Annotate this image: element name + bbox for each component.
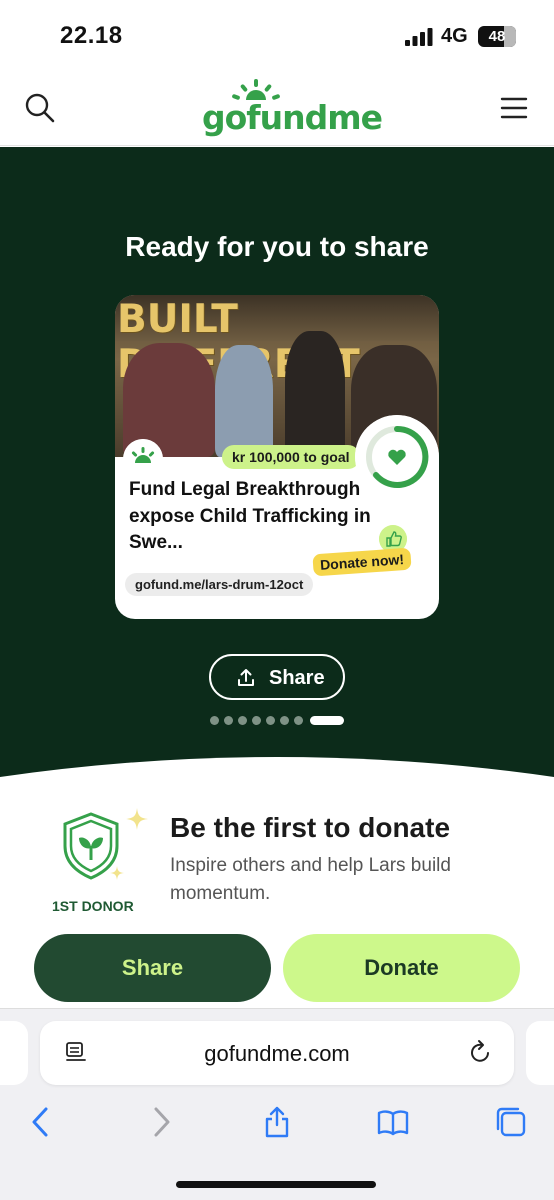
cellular-signal-icon: [405, 28, 433, 46]
hamburger-menu-icon[interactable]: [500, 94, 528, 122]
goal-amount-badge: kr 100,000 to goal: [222, 445, 360, 469]
gofundme-logo[interactable]: gofundme: [198, 78, 383, 140]
status-time: 22.18: [60, 22, 123, 49]
carousel-dot[interactable]: [224, 716, 233, 725]
sparkle-icon: [126, 808, 148, 830]
logo-wordmark: gofundme: [202, 98, 383, 137]
address-url: gofundme.com: [204, 1041, 350, 1066]
carousel-dot[interactable]: [238, 716, 247, 725]
cover-banner: BUILT DIFFERENT: [115, 295, 439, 387]
battery-icon: 48: [478, 26, 516, 47]
share-card-button[interactable]: Share: [209, 654, 345, 700]
tabs-icon[interactable]: [494, 1105, 528, 1139]
cover-person-2: [215, 345, 273, 457]
donate-button[interactable]: Donate: [283, 934, 520, 1002]
carousel-dot[interactable]: [252, 716, 261, 725]
cover-person-3: [285, 331, 345, 457]
hero-title: Ready for you to share: [125, 231, 429, 262]
previous-tab-preview[interactable]: [0, 1021, 28, 1085]
carousel-dot[interactable]: [280, 716, 289, 725]
fundraiser-short-url: gofund.me/lars-drum-12oct: [125, 573, 314, 596]
bookmarks-icon[interactable]: [376, 1105, 410, 1139]
battery-level: 48: [488, 28, 506, 45]
reload-icon[interactable]: [468, 1039, 494, 1067]
first-donor-prompt: 1ST DONOR Be the first to donate Inspire…: [0, 790, 554, 930]
network-type: 4G: [441, 25, 468, 47]
carousel-dot[interactable]: [266, 716, 275, 725]
home-indicator: [176, 1181, 376, 1188]
first-donor-badge-label: 1ST DONOR: [52, 898, 134, 914]
share-sheet-icon[interactable]: [260, 1105, 294, 1139]
back-icon[interactable]: [24, 1105, 58, 1139]
forward-icon[interactable]: [144, 1105, 178, 1139]
site-header: gofundme: [0, 72, 554, 146]
carousel-dot[interactable]: [294, 716, 303, 725]
fundraiser-share-card[interactable]: BUILT DIFFERENT kr 100,000 to goal Fund …: [115, 295, 439, 619]
upload-share-icon: [238, 669, 254, 686]
status-bar: 22.18 4G 48: [0, 0, 554, 72]
browser-toolbar: gofundme.com: [0, 1008, 554, 1200]
next-tab-preview[interactable]: [526, 1021, 554, 1085]
card-logo-icon: [123, 439, 163, 479]
carousel-dot-active[interactable]: [310, 716, 344, 725]
address-bar[interactable]: gofundme.com: [40, 1021, 514, 1085]
sparkle-icon: [110, 866, 124, 880]
share-card-label: Share: [269, 667, 325, 689]
share-hero-section: Ready for you to share BUILT DIFFERENT k…: [0, 147, 554, 787]
first-donor-title: Be the first to donate: [170, 812, 451, 843]
first-donor-subtitle: Inspire others and help Lars build momen…: [170, 855, 451, 904]
search-icon[interactable]: [24, 92, 56, 124]
share-button[interactable]: Share: [34, 934, 271, 1002]
carousel-dot[interactable]: [210, 716, 219, 725]
fundraiser-title: Fund Legal Breakthrough expose Child Tra…: [129, 479, 371, 553]
